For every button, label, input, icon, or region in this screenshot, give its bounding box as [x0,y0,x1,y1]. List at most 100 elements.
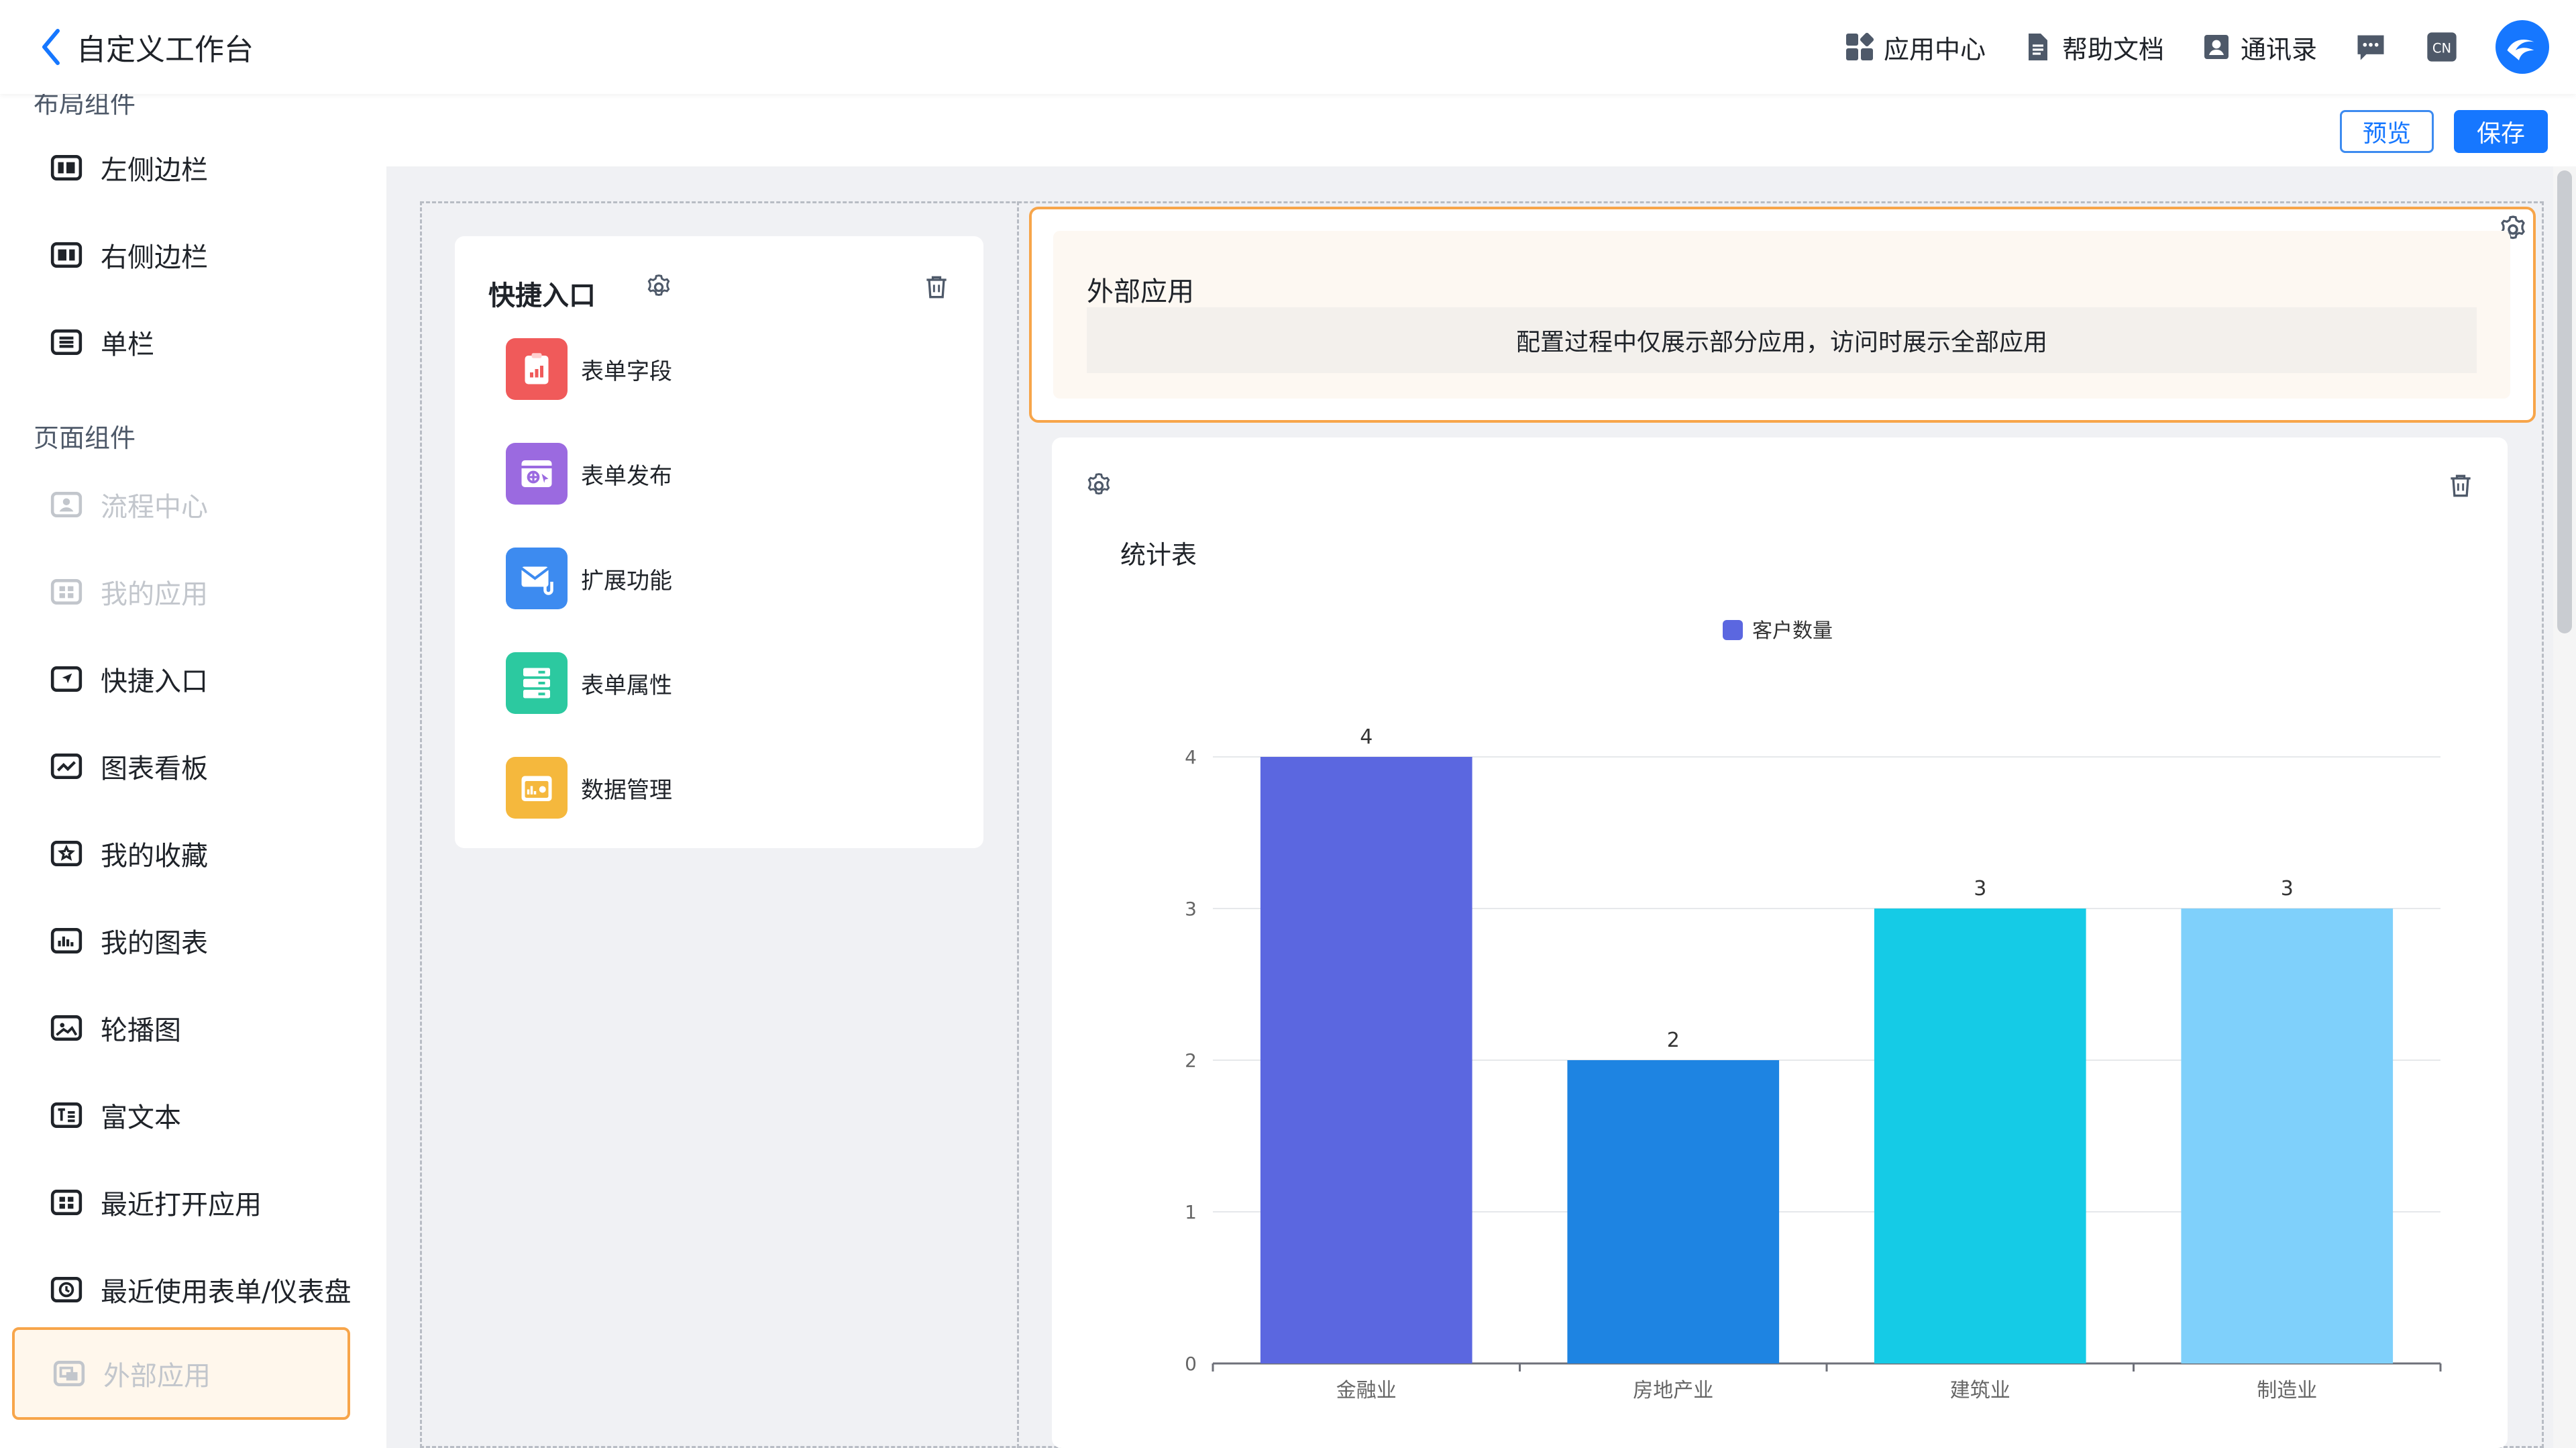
x-tick-label: 建筑业 [1950,1379,2010,1402]
top-bar: 自定义工作台 应用中心 帮助文档 通讯录 CN [0,0,2576,94]
quick-item-form-attributes[interactable]: 表单属性 [506,650,672,717]
sidebar-item-shortcut[interactable]: 快捷入口 [48,652,208,706]
message-button[interactable] [2353,30,2388,64]
external-app-widget[interactable]: 外部应用 配置过程中仅展示部分应用，访问时展示全部应用 [1029,207,2536,423]
sidebar-item-label: 右侧边栏 [101,242,208,273]
browser-publish-icon [506,443,568,505]
server-list-icon [506,652,568,714]
sidebar-item-label: 单栏 [101,329,154,360]
carousel-icon [48,1010,85,1046]
data-label: 3 [2281,877,2294,900]
sidebar-item-process-center[interactable]: 流程中心 [48,478,208,531]
sidebar-item-recent-forms[interactable]: 最近使用表单/仪表盘 [48,1263,351,1316]
scrollbar-thumb[interactable] [2557,170,2572,633]
save-button[interactable]: 保存 [2454,110,2548,153]
gear-icon[interactable] [1084,471,1114,501]
back-button[interactable]: 自定义工作台 [38,24,254,70]
data-label: 3 [1974,877,1986,900]
my-chart-icon [48,923,85,959]
sidebar-item-label: 左侧边栏 [101,155,208,186]
clipboard-chart-icon [506,338,568,400]
app-center-link[interactable]: 应用中心 [1843,29,1986,66]
y-tick-label: 2 [1185,1049,1197,1072]
my-apps-icon [48,574,85,610]
language-label: CN [2432,41,2451,56]
external-app-icon [51,1355,87,1392]
sidebar-item-left-sidebar[interactable]: 左侧边栏 [48,141,208,195]
data-label: 2 [1667,1029,1680,1052]
page-title: 自定义工作台 [76,33,254,67]
bar-chart: 客户数量 0 1 2 3 4 4 金融业 2 房地产业 3 建筑业 3 制造业 [1185,619,2442,1402]
quick-item-form-field[interactable]: 表单字段 [506,335,672,403]
app-center-label: 应用中心 [1883,34,1986,64]
sidebar-item-chart-board[interactable]: 图表看板 [48,739,208,793]
gear-icon[interactable] [644,272,674,302]
sidebar-item-single-column[interactable]: 单栏 [48,315,154,369]
contacts-link[interactable]: 通讯录 [2200,29,2317,66]
rich-text-icon [48,1097,85,1133]
sidebar-item-my-chart[interactable]: 我的图表 [48,914,208,968]
editor-toolbar: 预览 保存 [386,94,2576,166]
x-tick-label: 制造业 [2257,1379,2317,1402]
mail-attach-icon [506,548,568,609]
column-divider [1017,201,1019,1448]
document-icon [2028,34,2047,60]
bar [2181,909,2394,1363]
trash-icon[interactable] [922,272,951,302]
sidebar-item-rich-text[interactable]: 富文本 [48,1088,181,1142]
sidebar-item-label: 最近打开应用 [101,1190,262,1221]
legend-swatch [1723,620,1743,640]
sidebar-item-label: 最近使用表单/仪表盘 [101,1277,352,1308]
y-tick-label: 0 [1185,1353,1197,1375]
trash-icon[interactable] [2446,471,2475,501]
quick-item-label: 表单字段 [581,358,672,385]
sidebar-item-carousel[interactable]: 轮播图 [48,1001,181,1055]
app-grid-icon [1845,32,1874,60]
quick-entry-title: 快捷入口 [488,280,596,311]
section-page-title: 页面组件 [34,423,136,453]
user-avatar[interactable] [2496,20,2549,74]
right-sidebar-icon [48,237,85,273]
component-sidebar: 布局组件 左侧边栏 右侧边栏 单栏 页面组件 流程中心 我的应用 快捷入口 图表… [0,94,386,1448]
sidebar-item-my-apps[interactable]: 我的应用 [48,565,208,619]
chart-board-icon [48,748,85,784]
sidebar-item-favorites[interactable]: 我的收藏 [48,827,208,880]
sidebar-item-recent-apps[interactable]: 最近打开应用 [48,1176,262,1229]
sidebar-item-label: 流程中心 [101,492,208,523]
data-label: 4 [1360,725,1373,749]
left-sidebar-icon [48,150,85,186]
clock-icon [48,1272,85,1308]
chevron-left-icon [42,29,60,65]
quick-item-label: 扩展功能 [581,567,672,594]
quick-item-data-management[interactable]: 数据管理 [506,754,672,821]
help-docs-label: 帮助文档 [2061,34,2164,64]
sidebar-item-label: 我的收藏 [101,841,208,872]
contacts-label: 通讯录 [2240,34,2317,64]
quick-entry-card[interactable]: 快捷入口 表单字段 表单发布 扩展功能 表单属性 数据管理 [455,236,983,848]
sidebar-item-label: 轮播图 [101,1015,181,1046]
shortcut-icon [48,661,85,697]
y-tick-label: 4 [1185,746,1197,768]
language-button[interactable]: CN [2424,30,2459,64]
legend-label: 客户数量 [1752,619,1833,643]
x-tick-label: 房地产业 [1633,1379,1713,1402]
help-docs-link[interactable]: 帮助文档 [2022,29,2164,66]
bar [1260,757,1472,1363]
external-app-title: 外部应用 [1087,276,1194,307]
external-app-body: 外部应用 配置过程中仅展示部分应用，访问时展示全部应用 [1053,231,2510,399]
statistics-chart-card[interactable]: 客户数量 0 1 2 3 4 4 金融业 2 房地产业 3 建筑业 3 制造业 统计表 [1052,437,2508,1448]
bar [1567,1060,1780,1363]
quick-item-extension[interactable]: 扩展功能 [506,545,672,612]
preview-button[interactable]: 预览 [2340,110,2434,153]
quick-item-label: 表单发布 [581,462,672,490]
sidebar-item-right-sidebar[interactable]: 右侧边栏 [48,228,208,282]
sidebar-item-label: 富文本 [101,1102,181,1133]
sidebar-item-external-app[interactable]: 外部应用 [12,1327,350,1420]
single-column-icon [48,324,85,360]
process-icon [48,486,85,523]
y-tick-label: 1 [1185,1201,1197,1223]
external-app-note: 配置过程中仅展示部分应用，访问时展示全部应用 [1087,307,2477,373]
quick-item-form-publish[interactable]: 表单发布 [506,440,672,507]
sidebar-item-label: 图表看板 [101,754,208,784]
chart-title: 统计表 [1120,540,1197,570]
